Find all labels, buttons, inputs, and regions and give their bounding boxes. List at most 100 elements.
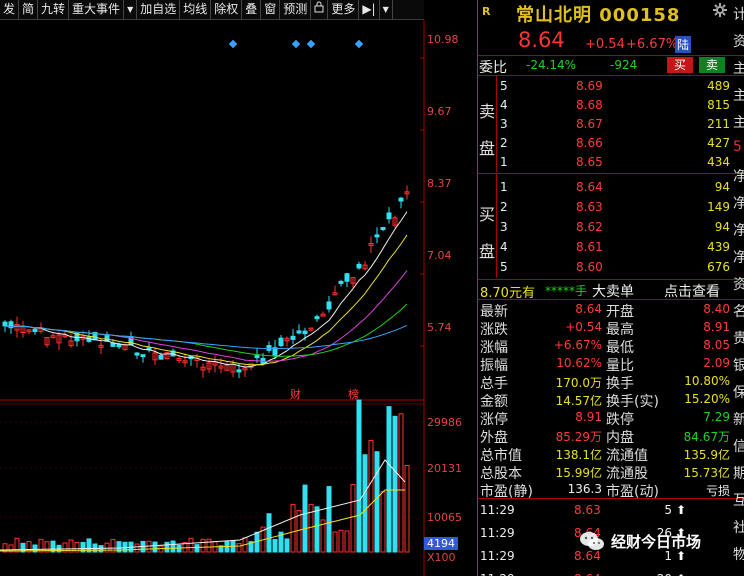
sell-side-label: 卖 [479,102,496,121]
toolbar-btn-forecast[interactable]: 预测 [280,0,312,19]
sell-order-price[interactable]: 8.67 [576,117,603,131]
toolbar-btn-events[interactable]: 重大事件 [69,0,125,19]
stock-title: 常山北明 000158 [516,5,681,26]
volume-axis-tick: 29986 [427,416,462,429]
ma30-line [4,303,408,357]
sell-order-volume: 211 [707,117,730,131]
side-tab[interactable]: 期 [733,463,744,483]
side-tab[interactable]: 社 [733,517,744,537]
quote-value: 84.67万 [683,430,730,444]
ranking-note-marker[interactable]: 榜 [348,386,359,402]
volume-bar [206,538,212,553]
sell-order-price[interactable]: 8.65 [576,155,603,169]
candle-body [278,337,284,347]
candle-body [302,330,308,335]
toolbar-btn-fa[interactable]: 发 [0,0,20,19]
events-dropdown-icon[interactable]: ▼ [124,0,138,19]
quote-value: 亏损 [705,484,730,498]
tick-up-arrow-icon: ⬆ [676,572,686,576]
weibi-label: 委比 [479,60,507,76]
quote-value: 15.20% [684,392,730,406]
buy-order-price[interactable]: 8.64 [576,180,603,194]
side-tab[interactable]: 贵 [733,328,744,348]
candle-body [254,355,260,359]
sell-order-price[interactable]: 8.69 [576,79,603,93]
sell-order-price[interactable]: 8.66 [576,136,603,150]
exchange-connect-tag[interactable]: 陆 [675,36,692,53]
quote-value: 170.0万 [555,376,602,390]
side-tab[interactable]: 主 [733,58,744,78]
quote-value: 138.1亿 [555,448,602,462]
side-tab[interactable]: 保 [733,382,744,402]
ma10-line [4,234,408,366]
side-tab[interactable]: 名 [733,301,744,321]
sell-button[interactable]: 卖 [699,57,725,73]
side-tab[interactable]: 主 [733,112,744,132]
buy-order-volume: 149 [707,200,730,214]
side-tab[interactable]: 5 [733,139,742,155]
toolbar-btn-jian[interactable]: 简 [19,0,39,19]
expand-icon[interactable]: ▶| [359,0,380,19]
toolbar-btn-add-watch[interactable]: 加自选 [137,0,181,19]
volume-bar [188,537,194,553]
quote-value: 7.29 [703,410,730,424]
toolbar-btn-window[interactable]: 窗 [261,0,281,19]
separator [478,173,744,174]
quote-label: 振幅 [480,358,508,374]
kline-chart[interactable] [0,20,478,576]
toolbar-btn-ma[interactable]: 均线 [180,0,212,19]
side-tab[interactable]: 资 [733,31,744,51]
candle-body [236,369,242,373]
buy-order-price[interactable]: 8.62 [576,220,603,234]
buy-order-level: 1 [500,180,508,194]
quote-label: 最高 [606,322,634,338]
side-tab[interactable]: 净 [733,247,744,267]
candle-body [314,316,320,320]
side-tab[interactable]: 计 [733,4,744,24]
quote-label: 涨幅 [480,340,508,356]
side-tab[interactable]: 信 [733,436,744,456]
big-order-volume: *****手 [545,284,588,298]
sell-order-price[interactable]: 8.68 [576,98,603,112]
side-tab[interactable]: 净 [733,220,744,240]
quote-label: 流通股 [606,466,648,482]
buy-order-price[interactable]: 8.63 [576,200,603,214]
kline-chart-area[interactable] [0,20,478,576]
watermark: 经财今日市场 [573,528,723,558]
side-tab[interactable]: 互 [733,490,744,510]
quote-value: 15.99亿 [555,466,602,480]
quote-label: 开盘 [606,304,634,320]
finance-note-marker[interactable]: 财 [290,386,301,402]
side-tab[interactable]: 净 [733,193,744,213]
buy-order-price[interactable]: 8.61 [576,240,603,254]
side-tab[interactable]: 资 [733,274,744,294]
buy-order-price[interactable]: 8.60 [576,260,603,274]
volume-current-badge: 4194 [424,537,458,550]
lock-icon[interactable] [311,0,329,19]
event-diamond-icon [306,39,316,49]
side-tab[interactable]: 银 [733,355,744,375]
toolbar-btn-more[interactable]: 更多 [328,0,360,19]
side-tab[interactable]: 新 [733,409,744,429]
toolbar-dropdown-icon[interactable]: ▼ [380,0,393,19]
candle-body [398,197,404,202]
settings-gear-icon[interactable] [712,2,728,21]
quote-value: 15.73亿 [683,466,730,480]
quote-value: 8.91 [575,410,602,424]
side-tab[interactable]: 主 [733,85,744,105]
toolbar-btn-exright[interactable]: 除权 [211,0,243,19]
stock-terminal: 发 简 九转 重大事件 ▼ 加自选 均线 除权 叠 窗 预测 更多 ▶| ▼ 1… [0,0,744,576]
separator [496,76,497,172]
side-tab[interactable]: 净 [733,166,744,186]
side-tab[interactable]: 物 [733,544,744,564]
buy-order-volume: 94 [714,180,730,194]
candle-body [338,280,344,284]
buy-button[interactable]: 买 [667,57,693,73]
toolbar-btn-jiuzhuan[interactable]: 九转 [38,0,70,19]
sell-order-volume: 489 [707,79,730,93]
big-order-view-link[interactable]: 点击查看 [664,281,720,301]
volume-bar [344,530,350,553]
toolbar-btn-overlay[interactable]: 叠 [242,0,262,19]
quote-value: 8.40 [703,302,730,316]
volume-bar [194,544,200,553]
